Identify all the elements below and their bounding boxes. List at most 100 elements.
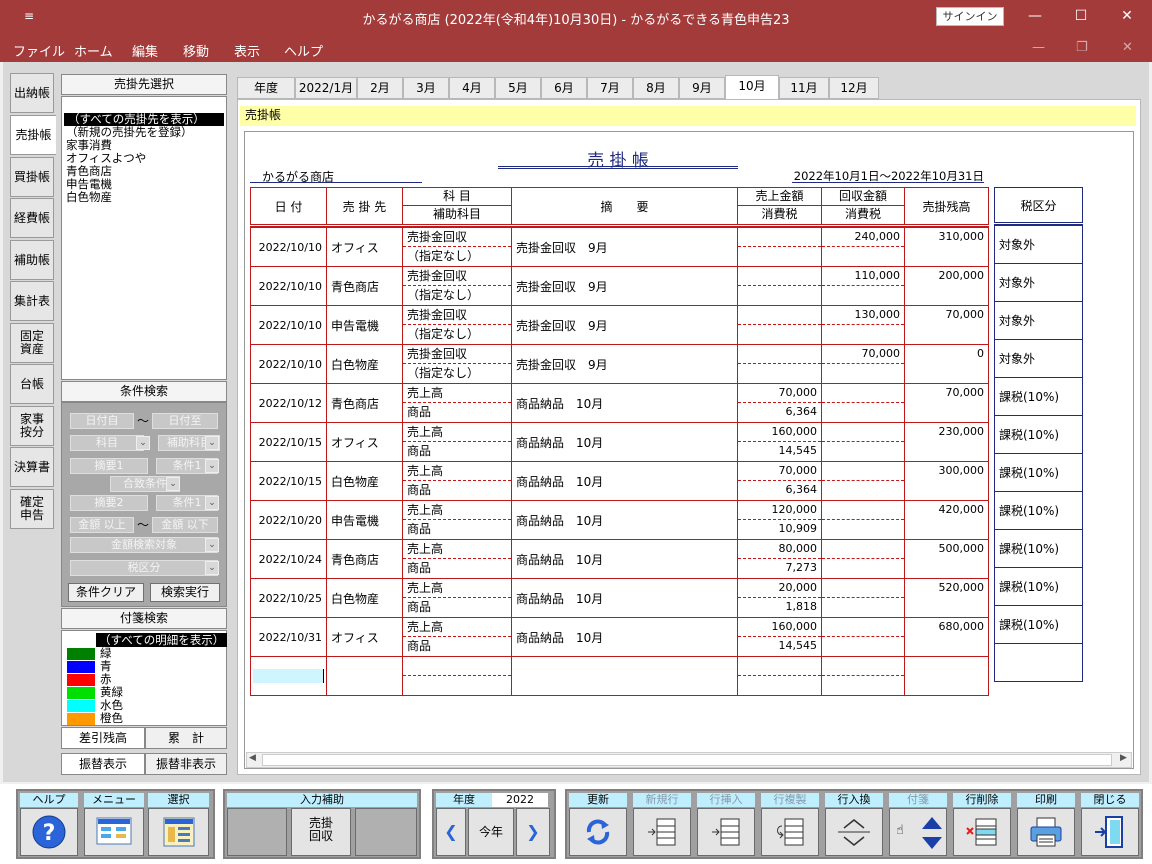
swap-row-button[interactable] <box>825 808 883 856</box>
row-sub-account[interactable]: 商品 <box>403 559 511 578</box>
row-collect-tax[interactable] <box>822 598 904 617</box>
tab-month-11[interactable]: 11月 <box>779 77 829 99</box>
new-entry-account[interactable] <box>403 657 511 676</box>
tag-button[interactable]: ☝ <box>889 808 947 856</box>
tax-row[interactable]: 対象外 <box>994 339 1083 378</box>
row-tax-class[interactable]: 課税(10%) <box>994 377 1083 416</box>
customer-item[interactable]: 白色物産 <box>62 191 226 204</box>
new-entry-collect[interactable] <box>822 657 904 676</box>
row-memo[interactable]: 商品納品 10月 <box>511 500 738 540</box>
transfer-hide-subtab[interactable]: 振替非表示 <box>145 753 227 775</box>
menu-move[interactable]: 移動 <box>183 41 209 60</box>
row-memo[interactable]: 商品納品 10月 <box>511 539 738 579</box>
new-row-button[interactable] <box>633 808 691 856</box>
this-year-button[interactable]: 今年 <box>468 808 514 856</box>
memo2-field[interactable]: 摘要2 <box>70 495 148 511</box>
row-collect-tax[interactable] <box>822 481 904 500</box>
row-sub-account[interactable]: （指定なし） <box>403 325 511 344</box>
tag-item-lightblue[interactable]: 水色 <box>62 699 226 712</box>
scrollbar-thumb[interactable] <box>262 754 1112 766</box>
row-date[interactable]: 2022/10/10 <box>250 266 327 306</box>
row-collect[interactable] <box>822 579 904 598</box>
row-sub-account[interactable]: 商品 <box>403 598 511 617</box>
row-date[interactable]: 2022/10/10 <box>250 344 327 384</box>
year-value[interactable]: 2022 <box>492 793 548 807</box>
row-tax-class[interactable]: 課税(10%) <box>994 567 1083 606</box>
total-subtab[interactable]: 累 計 <box>145 727 227 749</box>
new-entry-sales-tax[interactable] <box>738 676 821 695</box>
row-account[interactable]: 売上高 <box>403 462 511 481</box>
row-memo[interactable]: 商品納品 10月 <box>511 422 738 462</box>
vtab-household-allocation[interactable]: 家事 按分 <box>10 406 54 446</box>
tab-year[interactable]: 年度 <box>237 77 295 99</box>
row-collect-tax[interactable] <box>822 637 904 656</box>
new-entry-collect-tax[interactable] <box>822 676 904 695</box>
clear-conditions-button[interactable]: 条件クリア <box>68 583 144 602</box>
tax-row[interactable]: 対象外 <box>994 263 1083 302</box>
row-sales[interactable]: 80,000 <box>738 540 821 559</box>
row-memo[interactable]: 売掛金回収 9月 <box>511 344 738 384</box>
tag-item-blue[interactable]: 青 <box>62 660 226 673</box>
row-customer[interactable]: 白色物産 <box>326 461 403 501</box>
amount-min-field[interactable]: 金額 以上 <box>70 517 134 533</box>
row-collect-tax[interactable] <box>822 403 904 422</box>
row-account[interactable]: 売掛金回収 <box>403 306 511 325</box>
new-entry-sales[interactable] <box>738 657 821 676</box>
row-memo[interactable]: 商品納品 10月 <box>511 578 738 618</box>
row-account[interactable]: 売掛金回収 <box>403 345 511 364</box>
row-sales[interactable]: 160,000 <box>738 618 821 637</box>
copy-row-button[interactable] <box>761 808 819 856</box>
row-sales[interactable] <box>738 267 821 286</box>
row-collect-tax[interactable] <box>822 364 904 383</box>
tab-month-5[interactable]: 5月 <box>495 77 541 99</box>
new-entry-memo[interactable] <box>511 656 738 696</box>
select-button[interactable] <box>148 808 209 856</box>
menu-home[interactable]: ホーム <box>74 41 113 60</box>
menu-help[interactable]: ヘルプ <box>284 41 323 60</box>
row-account[interactable]: 売掛金回収 <box>403 267 511 286</box>
row-date[interactable]: 2022/10/10 <box>250 305 327 345</box>
chevron-down-icon[interactable]: ⌄ <box>205 459 219 473</box>
row-sub-account[interactable]: （指定なし） <box>403 286 511 305</box>
delete-row-button[interactable] <box>953 808 1011 856</box>
row-sales-tax[interactable]: 6,364 <box>738 481 821 500</box>
tax-row[interactable]: 課税(10%) <box>994 491 1083 530</box>
row-customer[interactable]: オフィス <box>326 422 403 462</box>
tab-month-12[interactable]: 12月 <box>829 77 879 99</box>
tax-row[interactable]: 課税(10%) <box>994 377 1083 416</box>
signin-button[interactable]: サインイン <box>936 7 1004 26</box>
ledger-row[interactable]: 2022/10/24 青色商店 売上高 商品 商品納品 10月 80,000 7,273 50… <box>250 539 989 579</box>
ledger-row[interactable]: 2022/10/10 白色物産 売掛金回収 （指定なし） 売掛金回収 9月 70,000 0 <box>250 344 989 384</box>
tab-month-8[interactable]: 8月 <box>633 77 679 99</box>
row-customer[interactable]: 白色物産 <box>326 344 403 384</box>
new-entry-sub[interactable] <box>403 676 511 695</box>
new-entry-date-cell[interactable] <box>250 656 327 696</box>
row-sales-tax[interactable]: 14,545 <box>738 637 821 656</box>
vtab-summary[interactable]: 集計表 <box>10 281 54 321</box>
row-sales-tax[interactable]: 1,818 <box>738 598 821 617</box>
customer-list[interactable]: （すべての売掛先を表示） （新規の売掛先を登録） 家事消費 オフィスよつや 青色… <box>61 96 227 380</box>
row-collect-tax[interactable] <box>822 247 904 266</box>
row-date[interactable]: 2022/10/10 <box>250 227 327 267</box>
scroll-right-icon[interactable]: ▶ <box>1120 753 1127 763</box>
next-year-icon[interactable]: ❯ <box>516 808 550 856</box>
vtab-financial-statements[interactable]: 決算書 <box>10 447 54 487</box>
chevron-down-icon[interactable]: ⌄ <box>205 496 219 510</box>
tag-item-green[interactable]: 緑 <box>62 647 226 660</box>
tag-item-orange[interactable]: 橙色 <box>62 712 226 725</box>
tab-month-10[interactable]: 10月 <box>725 75 779 100</box>
row-sales[interactable] <box>738 228 821 247</box>
chevron-down-icon[interactable]: ⌄ <box>205 436 219 450</box>
refresh-button[interactable] <box>569 808 627 856</box>
row-collect-tax[interactable] <box>822 286 904 305</box>
tag-all-item[interactable]: （すべての明細を表示） <box>96 633 228 647</box>
minimize-icon[interactable]: — <box>1020 6 1050 28</box>
tax-row[interactable]: 課税(10%) <box>994 415 1083 454</box>
row-collect[interactable] <box>822 384 904 403</box>
horizontal-scrollbar[interactable]: ◀ ▶ <box>246 752 1132 768</box>
row-sub-account[interactable]: 商品 <box>403 403 511 422</box>
row-sub-account[interactable]: 商品 <box>403 481 511 500</box>
row-memo[interactable]: 商品納品 10月 <box>511 617 738 657</box>
row-sales[interactable]: 70,000 <box>738 384 821 403</box>
vtab-sub-ledger[interactable]: 補助帳 <box>10 240 54 280</box>
